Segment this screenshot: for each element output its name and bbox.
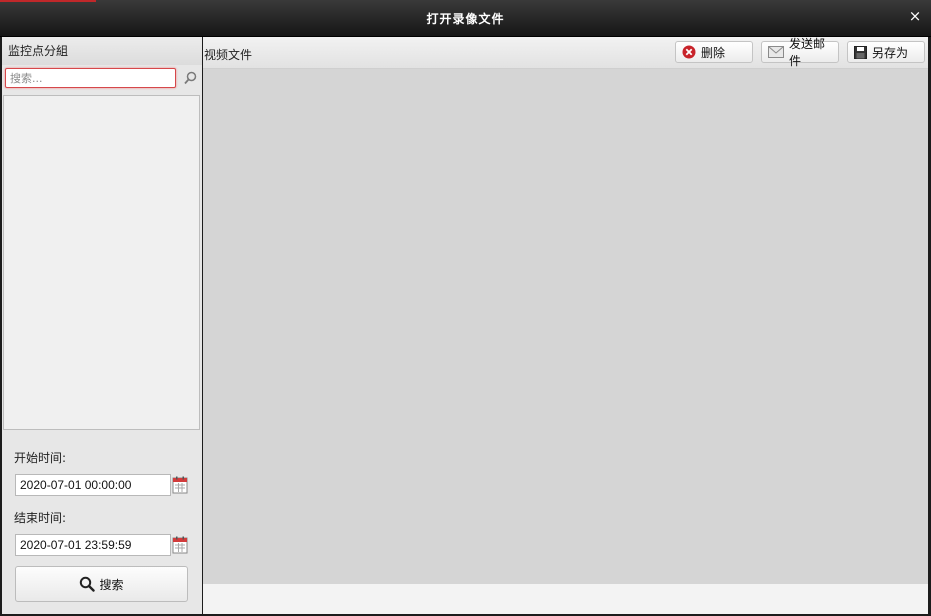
search-icon[interactable] — [180, 68, 200, 88]
window-title: 打开录像文件 — [426, 12, 505, 26]
save-as-label: 另存为 — [872, 45, 909, 60]
search-button-label: 搜索 — [99, 577, 124, 592]
video-files-panel: 视频文件 删除 发送邮件 另存为 — [203, 37, 928, 614]
calendar-icon[interactable] — [171, 474, 189, 496]
delete-button[interactable]: 删除 — [675, 41, 753, 63]
camera-group-header: 监控点分組 — [2, 37, 202, 65]
video-files-header: 视频文件 — [204, 48, 253, 62]
end-time-label: 结束时间: — [14, 511, 67, 525]
email-icon — [768, 46, 784, 58]
start-time-field[interactable]: 2020-07-01 00:00:00 — [15, 474, 171, 496]
send-email-label: 发送邮件 — [789, 37, 826, 68]
left-panel: 监控点分組 开始时间: 2020-07-01 00:00:00 — [2, 37, 202, 614]
search-row — [2, 65, 202, 93]
start-time-label: 开始时间: — [14, 451, 67, 465]
save-icon — [854, 45, 867, 59]
delete-icon — [682, 45, 696, 59]
open-recording-dialog: 打开录像文件 × 监控点分組 开始时间: 2020-07-01 00:00:00 — [0, 0, 931, 616]
title-bar: 打开录像文件 × — [0, 0, 931, 37]
calendar-icon[interactable] — [171, 534, 189, 556]
close-icon[interactable]: × — [907, 8, 923, 24]
send-email-button[interactable]: 发送邮件 — [761, 37, 839, 68]
video-files-status-bar — [203, 584, 928, 614]
end-time-field[interactable]: 2020-07-01 23:59:59 — [15, 534, 171, 556]
delete-label: 删除 — [701, 45, 726, 60]
video-files-toolbar: 视频文件 删除 发送邮件 另存为 — [203, 37, 928, 69]
camera-tree[interactable] — [3, 95, 200, 430]
save-as-button[interactable]: 另存为 — [847, 41, 925, 63]
search-input[interactable] — [5, 68, 176, 88]
accent-bar — [0, 0, 96, 2]
search-icon — [79, 576, 99, 592]
search-button[interactable]: 搜索 — [15, 566, 188, 602]
